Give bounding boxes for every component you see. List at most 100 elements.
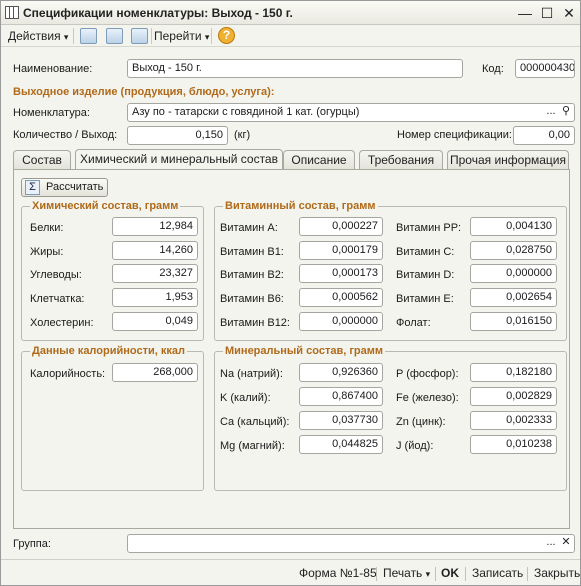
- iron-field[interactable]: 0,002829: [470, 387, 557, 406]
- code-field[interactable]: 000000430: [515, 59, 575, 78]
- magnesium-field[interactable]: 0,044825: [299, 435, 383, 454]
- tab-description[interactable]: Описание: [283, 150, 355, 169]
- magnesium-label: Mg (магний):: [220, 440, 285, 452]
- potassium-label: K (калий):: [220, 392, 271, 404]
- vitamin-d-label: Витамин D:: [396, 269, 455, 281]
- calculate-button[interactable]: Σ Рассчитать: [21, 178, 108, 197]
- fiber-label: Клетчатка:: [30, 293, 85, 305]
- copy-document-icon[interactable]: [131, 28, 148, 44]
- tab-bar: Состав Химический и минеральный состав О…: [13, 149, 573, 170]
- maximize-button[interactable]: ☐: [538, 4, 556, 22]
- print-menu[interactable]: Печать ▾: [383, 566, 430, 580]
- potassium-field[interactable]: 0,867400: [299, 387, 383, 406]
- vitamin-e-field[interactable]: 0,002654: [470, 288, 557, 307]
- sodium-field[interactable]: 0,926360: [299, 363, 383, 382]
- vitamin-b6-label: Витамин B6:: [220, 293, 284, 305]
- title-bar: Спецификации номенклатуры: Выход - 150 г…: [1, 1, 580, 25]
- nomenclature-select-button[interactable]: ...: [544, 104, 558, 121]
- vitamin-c-field[interactable]: 0,028750: [470, 241, 557, 260]
- footer-separator: [465, 567, 466, 581]
- actions-menu-label: Действия: [8, 29, 61, 43]
- cholesterol-label: Холестерин:: [30, 317, 94, 329]
- quantity-field[interactable]: 0,150: [127, 126, 228, 145]
- search-icon[interactable]: ⚲: [559, 104, 573, 121]
- print-menu-label: Печать: [383, 566, 423, 580]
- goto-menu-label: Перейти: [154, 29, 202, 43]
- goto-menu[interactable]: Перейти ▾: [154, 28, 209, 44]
- vitamin-b12-label: Витамин B12:: [220, 317, 290, 329]
- group-select-button[interactable]: ...: [544, 535, 558, 552]
- nomenclature-label: Номенклатура:: [13, 107, 90, 119]
- tab-other-info[interactable]: Прочая информация: [447, 150, 569, 169]
- help-icon[interactable]: ?: [218, 27, 235, 44]
- name-label: Наименование:: [13, 63, 93, 75]
- iodine-field[interactable]: 0,010238: [470, 435, 557, 454]
- tab-requirements[interactable]: Требования: [359, 150, 443, 169]
- vitamin-pp-field[interactable]: 0,004130: [470, 217, 557, 236]
- vitamin-a-label: Витамин А:: [220, 222, 278, 234]
- code-label: Код:: [482, 63, 504, 75]
- vitamin-b1-field[interactable]: 0,000179: [299, 241, 383, 260]
- fat-field[interactable]: 14,260: [112, 241, 198, 260]
- sodium-label: Na (натрий):: [220, 368, 283, 380]
- minimize-button[interactable]: —: [516, 4, 534, 22]
- sum-icon: Σ: [25, 180, 40, 195]
- spec-number-label: Номер спецификации:: [397, 129, 512, 141]
- toolbar-separator: [73, 28, 74, 44]
- vitamin-c-label: Витамин С:: [396, 246, 455, 258]
- app-icon: [5, 6, 19, 19]
- calculate-button-label: Рассчитать: [46, 181, 104, 193]
- vitamin-b12-field[interactable]: 0,000000: [299, 312, 383, 331]
- zinc-field[interactable]: 0,002333: [470, 411, 557, 430]
- chevron-down-icon: ▾: [63, 32, 69, 42]
- folate-field[interactable]: 0,016150: [470, 312, 557, 331]
- vitamin-b2-field[interactable]: 0,000173: [299, 264, 383, 283]
- nomenclature-field[interactable]: Азу по - татарски с говядиной 1 кат. (ог…: [127, 103, 575, 122]
- ok-button[interactable]: OK: [441, 566, 459, 580]
- vitamin-a-field[interactable]: 0,000227: [299, 217, 383, 236]
- vitamin-d-field[interactable]: 0,000000: [470, 264, 557, 283]
- refresh-icon[interactable]: [106, 28, 123, 44]
- calories-field[interactable]: 268,000: [112, 363, 198, 382]
- fiber-field[interactable]: 1,953: [112, 288, 198, 307]
- iodine-label: J (йод):: [396, 440, 434, 452]
- footer-divider: [1, 559, 580, 560]
- tab-chemical-mineral[interactable]: Химический и минеральный состав: [75, 149, 283, 170]
- cholesterol-field[interactable]: 0,049: [112, 312, 198, 331]
- protein-field[interactable]: 12,984: [112, 217, 198, 236]
- window-title: Спецификации номенклатуры: Выход - 150 г…: [23, 6, 293, 20]
- go-up-icon[interactable]: [80, 28, 97, 44]
- tab-composition[interactable]: Состав: [13, 150, 71, 169]
- clear-icon[interactable]: ✕: [559, 535, 573, 552]
- chemical-group-title: Химический состав, грамм: [30, 200, 181, 212]
- actions-menu[interactable]: Действия ▾: [8, 28, 68, 44]
- footer-separator: [435, 567, 436, 581]
- close-button[interactable]: ✕: [560, 4, 578, 22]
- quantity-label: Количество / Выход:: [13, 129, 118, 141]
- form-print-link[interactable]: Форма №1-85: [299, 566, 377, 580]
- save-button[interactable]: Записать: [472, 566, 523, 580]
- protein-label: Белки:: [30, 222, 64, 234]
- carbs-label: Углеводы:: [30, 269, 82, 281]
- group-field[interactable]: [127, 534, 575, 553]
- phosphorus-label: P (фосфор):: [396, 368, 459, 380]
- spec-number-field[interactable]: 0,00: [513, 126, 575, 145]
- vitamin-b2-label: Витамин B2:: [220, 269, 284, 281]
- output-section-title: Выходное изделие (продукция, блюдо, услу…: [13, 86, 275, 98]
- calories-group-title: Данные калорийности, ккал: [30, 345, 187, 357]
- chevron-down-icon: ▾: [204, 32, 210, 42]
- toolbar: Действия ▾ Перейти ▾ ?: [1, 25, 580, 47]
- vitamins-group-title: Витаминный состав, грамм: [223, 200, 378, 212]
- calcium-field[interactable]: 0,037730: [299, 411, 383, 430]
- close-form-button[interactable]: Закрыть: [534, 566, 580, 580]
- phosphorus-field[interactable]: 0,182180: [470, 363, 557, 382]
- vitamin-b1-label: Витамин B1:: [220, 246, 284, 258]
- folate-label: Фолат:: [396, 317, 431, 329]
- iron-label: Fe (железо):: [396, 392, 459, 404]
- carbs-field[interactable]: 23,327: [112, 264, 198, 283]
- group-label: Группа:: [13, 538, 51, 550]
- zinc-label: Zn (цинк):: [396, 416, 446, 428]
- vitamin-b6-field[interactable]: 0,000562: [299, 288, 383, 307]
- footer-separator: [527, 567, 528, 581]
- name-field[interactable]: Выход - 150 г.: [127, 59, 463, 78]
